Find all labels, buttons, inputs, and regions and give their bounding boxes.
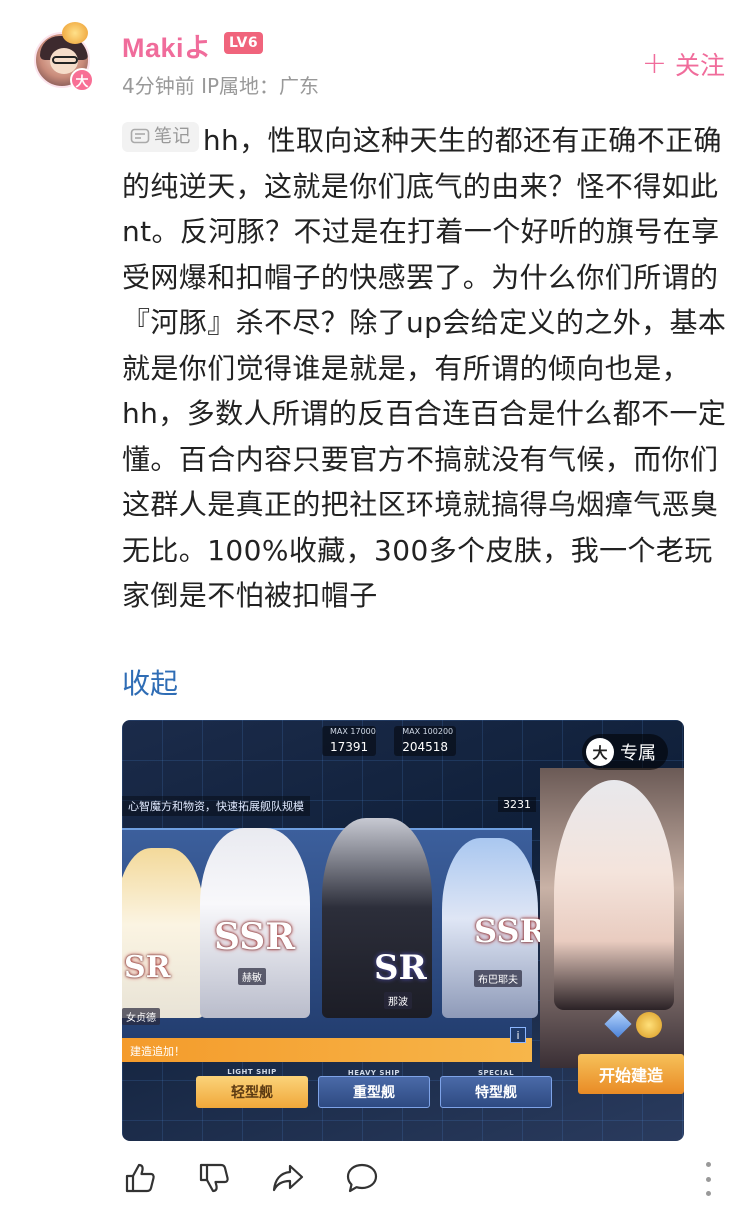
exclusive-badge-icon: 大 (586, 738, 614, 766)
avatar[interactable]: 大 (24, 22, 96, 94)
character-figure (122, 848, 204, 1018)
info-icon: i (510, 1027, 526, 1043)
character-figure (322, 818, 432, 1018)
character-name: 赫敏 (238, 968, 266, 985)
stat-value: 204518 (402, 740, 448, 754)
level-badge: LV6 (224, 32, 264, 54)
tab-label: 重型舰 (353, 1085, 395, 1101)
exclusive-badge-label: 专属 (620, 743, 656, 764)
character-name: 布巴耶夫 (474, 970, 522, 987)
thumbs-up-icon (125, 1163, 155, 1193)
follow-button[interactable]: + 关注 (642, 46, 725, 82)
stat-value: 17391 (330, 740, 369, 754)
note-tag-label: 笔记 (154, 126, 191, 147)
cube-icon (604, 1010, 632, 1038)
more-icon (705, 1162, 711, 1167)
stat-max-label: MAX 100200 (402, 727, 454, 736)
rarity-label: SSR (474, 912, 547, 950)
avatar-badge: 大 (70, 68, 94, 92)
like-button[interactable] (122, 1160, 158, 1196)
build-resources (604, 1010, 662, 1038)
avatar-pendant-decoration (62, 22, 88, 44)
comment-icon (346, 1163, 378, 1193)
resource-bar: MAX 17000 17391 MAX 100200 204518 (322, 726, 456, 756)
collapse-link[interactable]: 收起 (122, 662, 178, 702)
resource-stat-oil: MAX 17000 17391 (322, 726, 377, 756)
post-card: 大 Makiよ LV6 4分钟前 IP属地：广东 + 关注 笔记 hh，性取向这… (0, 0, 745, 1206)
post-text: hh，性取向这种天生的都还有正确不正确的纯逆天，这就是你们底气的由来？怪不得如此… (122, 124, 727, 612)
rarity-label: SR (124, 950, 171, 985)
note-tag: 笔记 (122, 122, 199, 152)
tab-label: 特型舰 (475, 1085, 517, 1101)
start-build-button: 开始建造 (578, 1054, 684, 1094)
character-name: 女贞德 (122, 1008, 160, 1025)
ship-type-tabs: LIGHT SHIP 轻型舰 HEAVY SHIP 重型舰 SPECIAL 特型… (196, 1068, 552, 1108)
plus-icon: + (641, 46, 667, 81)
coin-icon (636, 1012, 662, 1038)
character-name: 那波 (384, 992, 412, 1009)
tab-sub-label: SPECIAL (477, 1069, 515, 1077)
resource-stat-coin: MAX 100200 204518 (394, 726, 456, 756)
more-button[interactable] (700, 1162, 716, 1196)
dislike-button[interactable] (196, 1160, 232, 1196)
post-body: 笔记 hh，性取向这种天生的都还有正确不正确的纯逆天，这就是你们底气的由来？怪不… (122, 118, 728, 619)
follow-label: 关注 (674, 51, 725, 80)
stat-max-label: MAX 17000 (330, 727, 376, 736)
note-icon (130, 128, 150, 144)
character-panel: SR SSR SR SSR 女贞德 赫敏 那波 布巴耶夫 (122, 818, 546, 1038)
post-image[interactable]: MAX 17000 17391 MAX 100200 204518 心智魔方和物… (122, 720, 684, 1141)
build-banner-text: 心智魔方和物资，快速拓展舰队规模 (122, 796, 310, 816)
rarity-label: SR (374, 948, 427, 988)
tab-special-ship: SPECIAL 特型舰 (440, 1069, 552, 1108)
tab-label: 轻型舰 (231, 1085, 273, 1101)
character-preview-figure (554, 780, 674, 1010)
tab-light-ship: LIGHT SHIP 轻型舰 (196, 1068, 308, 1108)
share-icon (272, 1164, 304, 1192)
exclusive-badge: 大 专属 (582, 734, 668, 770)
username[interactable]: Makiよ (122, 26, 212, 65)
comment-button[interactable] (344, 1160, 380, 1196)
thumbs-down-icon (199, 1163, 229, 1193)
cube-count: 3231 (498, 797, 536, 812)
post-meta: 4分钟前 IP属地：广东 (122, 74, 320, 98)
action-bar (122, 1160, 732, 1200)
tab-sub-label: HEAVY SHIP (347, 1069, 401, 1077)
tab-heavy-ship: HEAVY SHIP 重型舰 (318, 1069, 430, 1108)
tab-sub-label: LIGHT SHIP (227, 1068, 277, 1076)
rarity-label: SSR (214, 916, 296, 958)
share-button[interactable] (270, 1160, 306, 1196)
build-strip: 建造追加！ (122, 1038, 532, 1062)
